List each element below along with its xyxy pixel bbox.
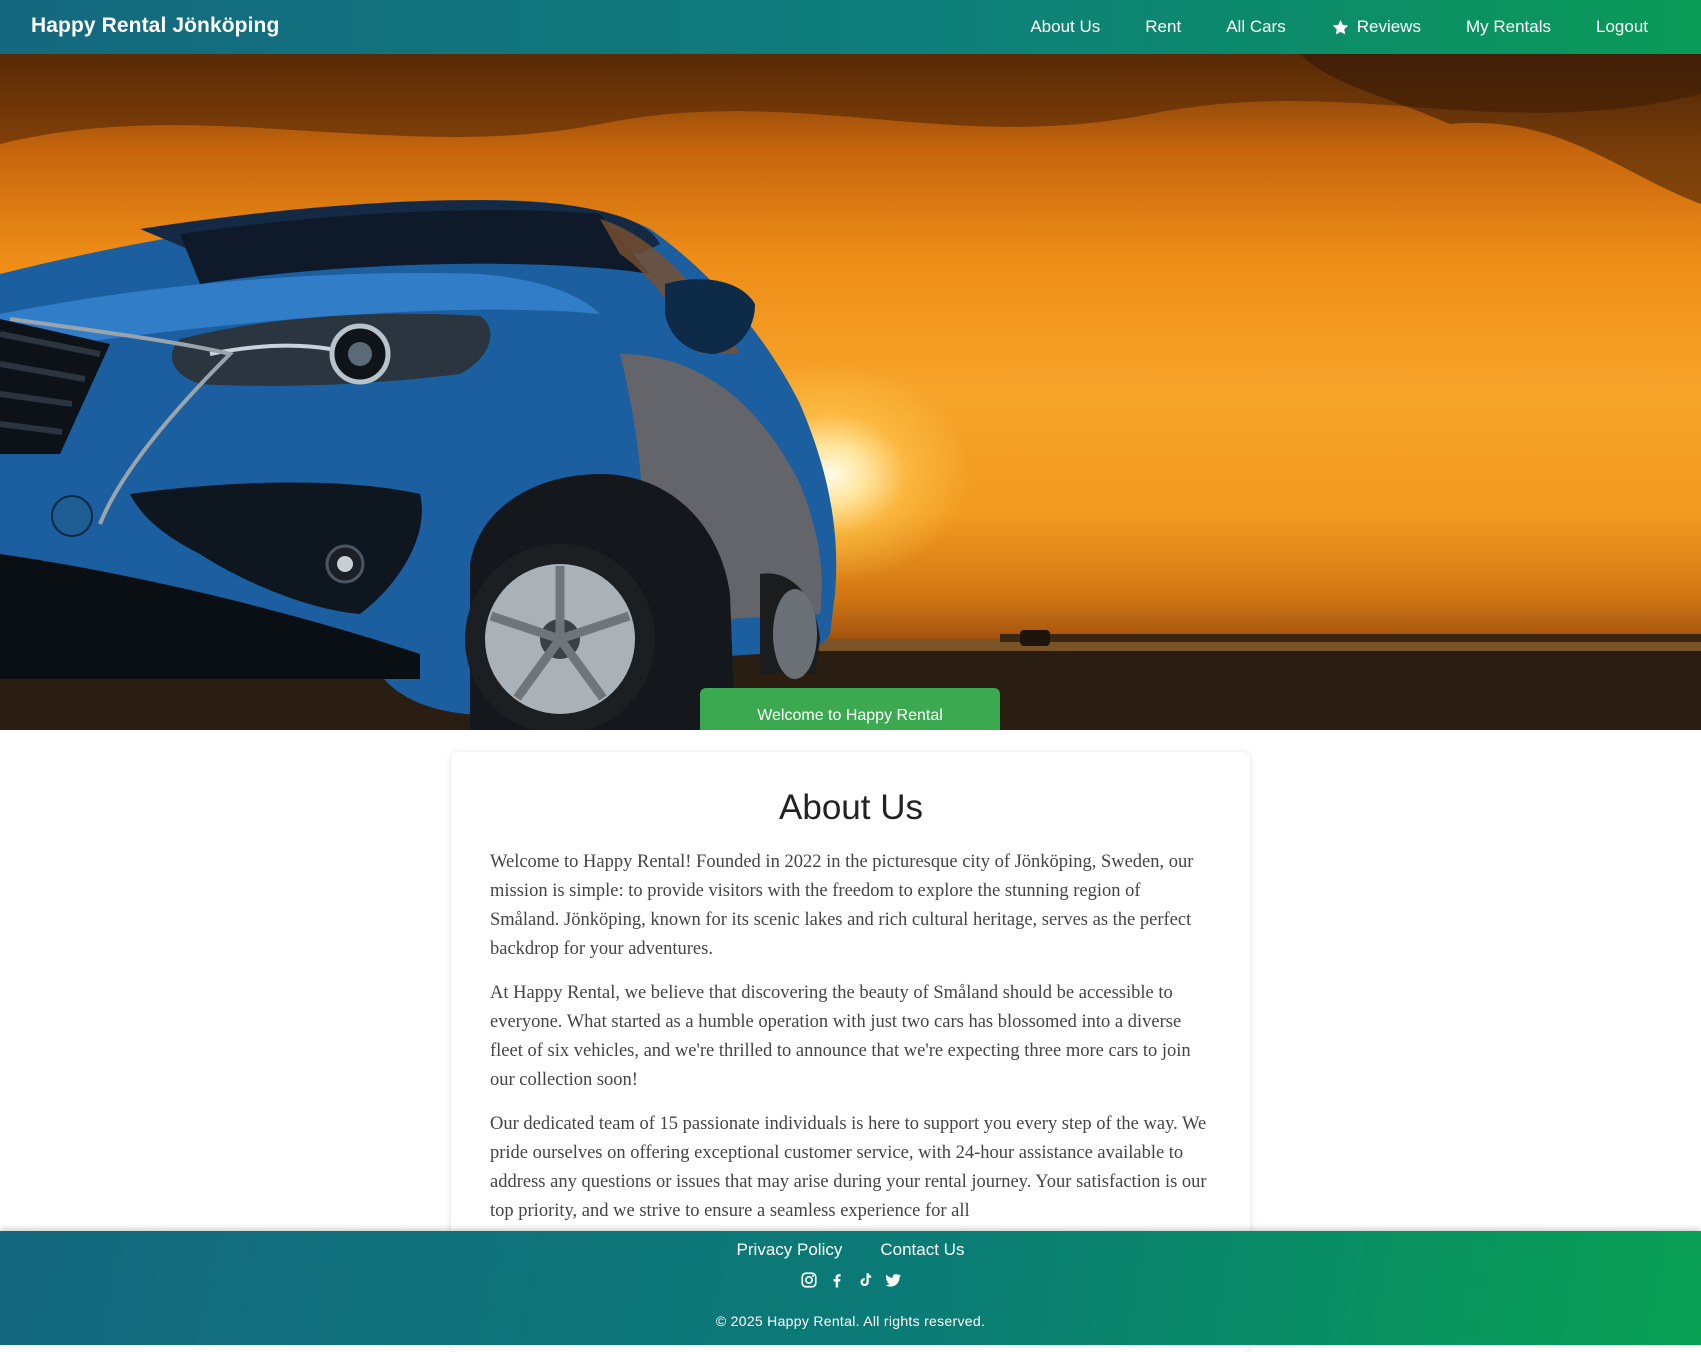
brand-logo-text[interactable]: Happy Rental Jönköping xyxy=(31,14,279,38)
contact-us-link[interactable]: Contact Us xyxy=(880,1240,964,1260)
top-navbar: Happy Rental Jönköping About Us Rent All… xyxy=(0,0,1701,54)
tiktok-icon[interactable] xyxy=(856,1271,874,1289)
nav-about-us-label: About Us xyxy=(1030,17,1101,36)
instagram-icon[interactable] xyxy=(800,1271,818,1289)
site-footer: Privacy Policy Contact Us © 2025 Happy R… xyxy=(0,1231,1701,1345)
social-icons xyxy=(0,1271,1701,1289)
nav-logout-label: Logout xyxy=(1596,17,1648,36)
about-us-title: About Us xyxy=(779,788,923,827)
about-paragraph-2: At Happy Rental, we believe that discove… xyxy=(490,983,1191,1090)
hero-car-image xyxy=(0,54,1701,730)
footer-links: Privacy Policy Contact Us xyxy=(0,1240,1701,1260)
nav-reviews-label: Reviews xyxy=(1356,17,1421,36)
facebook-icon[interactable] xyxy=(828,1271,846,1289)
nav-all-cars-label: All Cars xyxy=(1226,17,1286,36)
nav-about-us[interactable]: About Us xyxy=(1030,17,1100,37)
nav-logout[interactable]: Logout xyxy=(1596,17,1648,37)
star-icon xyxy=(1332,19,1348,35)
twitter-icon[interactable] xyxy=(884,1271,902,1289)
nav-all-cars[interactable]: All Cars xyxy=(1226,17,1286,37)
copyright-text: © 2025 Happy Rental. All rights reserved… xyxy=(715,1313,986,1329)
hero-banner: Welcome to Happy Rental Jönköping! xyxy=(0,54,1701,730)
nav-my-rentals-label: My Rentals xyxy=(1465,17,1551,36)
nav-my-rentals[interactable]: My Rentals xyxy=(1466,17,1551,37)
nav-rent-label: Rent xyxy=(1145,17,1182,36)
nav-links: About Us Rent All Cars Reviews My Rental… xyxy=(1030,0,1648,54)
about-paragraph-1: Welcome to Happy Rental! Founded in 2022… xyxy=(490,852,1194,959)
welcome-button[interactable]: Welcome to Happy Rental Jönköping! xyxy=(700,688,1000,730)
nav-rent[interactable]: Rent xyxy=(1145,17,1181,37)
privacy-policy-link[interactable]: Privacy Policy xyxy=(737,1240,843,1260)
about-paragraph-3: Our dedicated team of 15 passionate indi… xyxy=(490,1114,1207,1221)
nav-reviews[interactable]: Reviews xyxy=(1331,17,1421,37)
